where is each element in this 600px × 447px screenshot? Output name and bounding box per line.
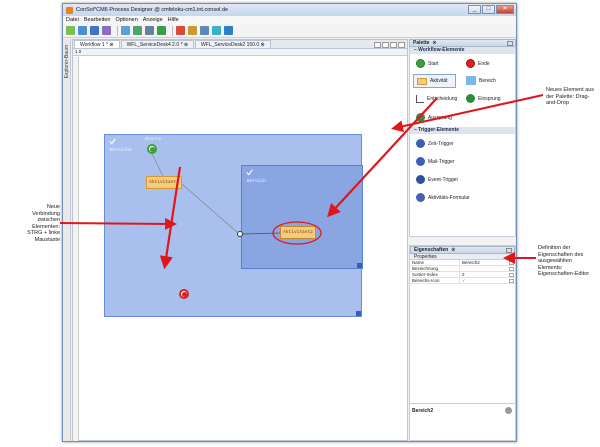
arrow-palette [391,94,544,133]
annotation-arrows [59,94,544,270]
arrow-connection [59,217,177,230]
arrow-dragdrop [327,97,438,218]
arrow-new-connection [159,166,182,270]
